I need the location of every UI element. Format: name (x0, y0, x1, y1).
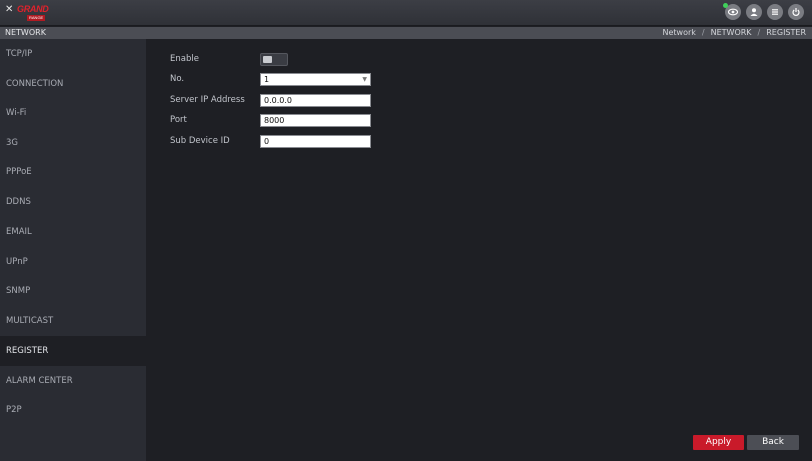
brand-logo: ✕ GRAND RANGE (5, 4, 61, 22)
sidebar-item-wifi[interactable]: Wi-Fi (0, 98, 146, 128)
breadcrumb-network-section[interactable]: NETWORK (711, 27, 752, 39)
breadcrumb-separator: / (757, 28, 761, 37)
main-panel: Enable No. 1 ▼ Server IP Address 0.0.0.0… (146, 39, 812, 461)
toggle-knob (263, 56, 272, 63)
server-ip-label: Server IP Address (170, 95, 245, 105)
sidebar-item-email[interactable]: EMAIL (0, 217, 146, 247)
back-button[interactable]: Back (747, 435, 799, 450)
sidebar-item-p2p[interactable]: P2P (0, 395, 146, 425)
sidebar-item-connection[interactable]: CONNECTION (0, 69, 146, 99)
enable-label: Enable (170, 54, 199, 64)
status-indicator (723, 3, 728, 8)
sidebar: TCP/IP CONNECTION Wi-Fi 3G PPPoE DDNS EM… (0, 39, 146, 461)
sidebar-item-tcpip[interactable]: TCP/IP (0, 39, 146, 69)
enable-toggle[interactable] (260, 53, 288, 66)
sidebar-item-multicast[interactable]: MULTICAST (0, 306, 146, 336)
sidebar-item-alarm-center[interactable]: ALARM CENTER (0, 366, 146, 396)
logo-brand-text: GRAND (17, 4, 49, 14)
eye-icon[interactable] (723, 3, 741, 20)
no-select[interactable]: 1 ▼ (260, 73, 371, 86)
apply-button[interactable]: Apply (693, 435, 744, 450)
sidebar-item-3g[interactable]: 3G (0, 128, 146, 158)
breadcrumb-register: REGISTER (766, 28, 806, 37)
breadcrumb: Network / NETWORK / REGISTER (663, 27, 807, 39)
page-title: NETWORK (5, 28, 46, 37)
sidebar-item-upnp[interactable]: UPnP (0, 247, 146, 277)
no-select-value: 1 (264, 75, 270, 84)
title-strip: NETWORK Network / NETWORK / REGISTER (0, 27, 812, 39)
sidebar-item-pppoe[interactable]: PPPoE (0, 157, 146, 187)
port-label: Port (170, 115, 187, 125)
sub-device-id-label: Sub Device ID (170, 136, 230, 146)
no-label: No. (170, 74, 185, 84)
port-input[interactable]: 8000 (260, 114, 371, 127)
server-ip-input[interactable]: 0.0.0.0 (260, 94, 371, 107)
breadcrumb-separator: / (701, 28, 705, 37)
logo-mark-icon: ✕ (5, 4, 14, 15)
power-icon[interactable] (788, 4, 804, 20)
logo-sub-text: RANGE (27, 15, 46, 21)
menu-icon[interactable] (767, 4, 783, 20)
breadcrumb-network[interactable]: Network (663, 27, 696, 39)
user-icon[interactable] (746, 4, 762, 20)
sub-device-id-input[interactable]: 0 (260, 135, 371, 148)
sidebar-item-ddns[interactable]: DDNS (0, 187, 146, 217)
chevron-down-icon: ▼ (362, 76, 367, 83)
sidebar-item-register[interactable]: REGISTER (0, 336, 146, 366)
top-icon-group (723, 3, 804, 20)
sidebar-item-snmp[interactable]: SNMP (0, 276, 146, 306)
top-bar: ✕ GRAND RANGE (0, 0, 812, 26)
